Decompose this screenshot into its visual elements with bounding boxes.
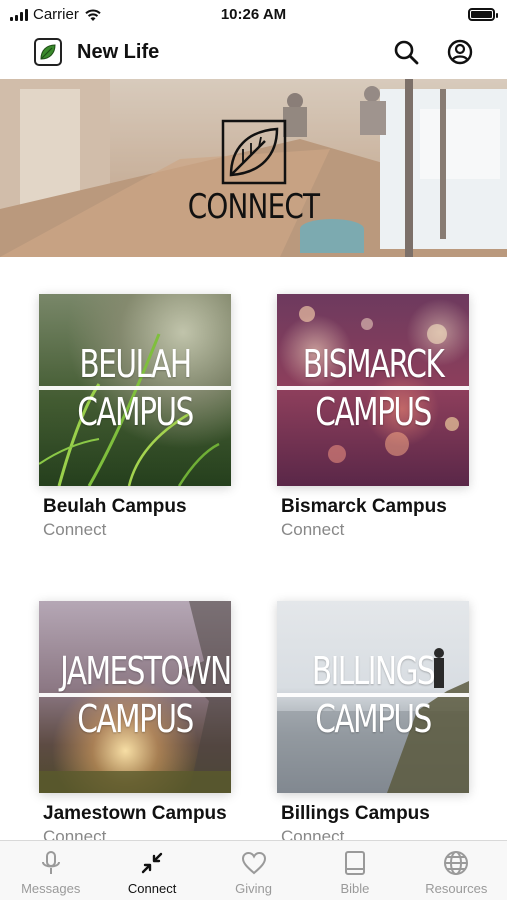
leaf-icon	[40, 44, 56, 60]
connect-arrows-icon	[141, 852, 163, 874]
profile-button[interactable]	[444, 36, 476, 68]
hero-title: CONNECT	[187, 187, 320, 227]
image-text-line2: CAMPUS	[77, 697, 194, 741]
search-icon	[394, 40, 419, 65]
book-icon	[344, 851, 365, 875]
image-text-line1: BISMARCK	[302, 342, 445, 386]
tab-giving[interactable]: Giving	[203, 841, 304, 900]
tab-label: Bible	[340, 881, 370, 896]
image-text-line1: BILLINGS	[311, 649, 436, 693]
microphone-icon	[41, 851, 60, 874]
image-text-line1: JAMESTOWN	[60, 649, 231, 693]
tab-label: Resources	[425, 881, 488, 896]
image-text-line2: CAMPUS	[315, 697, 432, 741]
tab-resources[interactable]: Resources	[406, 841, 507, 900]
globe-icon	[444, 851, 469, 875]
campus-card-billings[interactable]: BILLINGS CAMPUS Billings Campus Connect	[277, 601, 469, 846]
app-header: New Life	[0, 30, 507, 78]
search-button[interactable]	[390, 36, 422, 68]
campus-image-bismarck: BISMARCK CAMPUS	[277, 294, 469, 486]
campus-subtitle: Connect	[43, 520, 107, 539]
status-bar: Carrier 10:26 AM	[0, 0, 507, 30]
image-text-line2: CAMPUS	[315, 390, 432, 434]
connect-hero-banner: CONNECT	[0, 79, 507, 257]
campus-card-jamestown[interactable]: JAMESTOWN CAMPUS Jamestown Campus Connec…	[39, 601, 231, 846]
tab-bible[interactable]: Bible	[304, 841, 405, 900]
tab-label: Messages	[21, 881, 81, 896]
campus-card-beulah[interactable]: BEULAH CAMPUS Beulah Campus Connect	[39, 294, 231, 539]
image-text-line2: CAMPUS	[77, 390, 194, 434]
app-logo	[34, 38, 62, 66]
campus-image-beulah: BEULAH CAMPUS	[39, 294, 231, 486]
campus-title: Jamestown Campus	[43, 803, 227, 824]
campus-title: Bismarck Campus	[281, 496, 447, 517]
leaf-logo-icon	[221, 119, 287, 185]
campus-title: Billings Campus	[281, 803, 430, 824]
tab-connect[interactable]: Connect	[101, 841, 202, 900]
campus-title: Beulah Campus	[43, 496, 187, 517]
tab-label: Giving	[235, 881, 272, 896]
heart-icon	[241, 851, 266, 875]
user-circle-icon	[447, 39, 473, 65]
image-text-line1: BEULAH	[79, 342, 192, 386]
status-time: 10:26 AM	[220, 6, 287, 23]
tab-label: Connect	[127, 881, 177, 896]
tab-messages[interactable]: Messages	[0, 841, 101, 900]
campus-image-jamestown: JAMESTOWN CAMPUS	[39, 601, 231, 793]
tab-bar: Messages Connect Giving Bible Resources	[0, 840, 507, 900]
campus-card-bismarck[interactable]: BISMARCK CAMPUS Bismarck Campus Connect	[277, 294, 469, 539]
app-title: New Life	[77, 41, 160, 63]
campus-image-billings: BILLINGS CAMPUS	[277, 601, 469, 793]
campus-subtitle: Connect	[281, 520, 345, 539]
battery-icon	[468, 8, 498, 21]
